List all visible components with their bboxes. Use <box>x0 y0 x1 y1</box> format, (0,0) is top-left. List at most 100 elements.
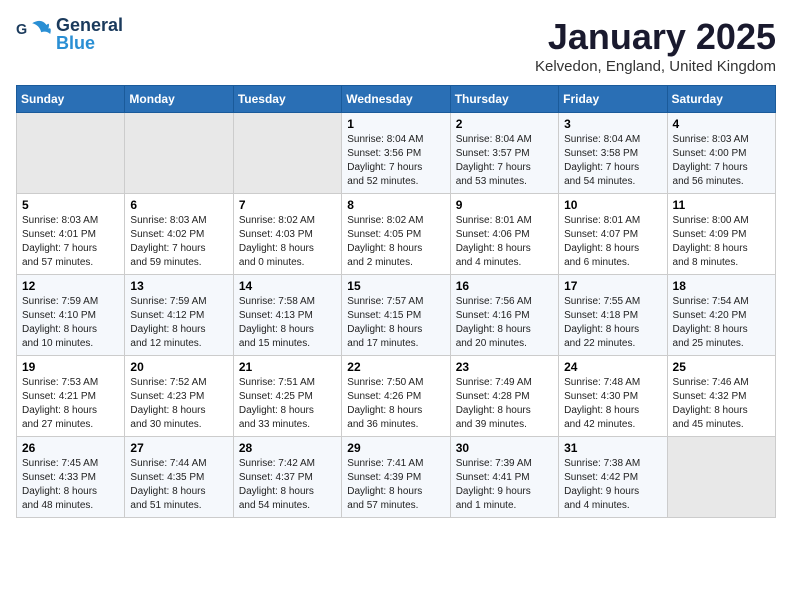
day-info: Sunrise: 7:58 AM Sunset: 4:13 PM Dayligh… <box>239 295 336 351</box>
day-info: Sunrise: 8:04 AM Sunset: 3:56 PM Dayligh… <box>347 133 444 189</box>
calendar-cell <box>233 113 341 194</box>
day-number: 27 <box>130 441 227 455</box>
location-title: Kelvedon, England, United Kingdom <box>535 58 776 75</box>
day-number: 14 <box>239 279 336 293</box>
month-title: January 2025 <box>535 16 776 58</box>
day-number: 2 <box>456 117 553 131</box>
day-info: Sunrise: 8:04 AM Sunset: 3:57 PM Dayligh… <box>456 133 553 189</box>
weekday-header-monday: Monday <box>125 86 233 113</box>
weekday-header-tuesday: Tuesday <box>233 86 341 113</box>
calendar-cell: 3 Sunrise: 8:04 AM Sunset: 3:58 PM Daylig… <box>559 113 667 194</box>
calendar-cell: 18 Sunrise: 7:54 AM Sunset: 4:20 PM Dayli… <box>667 275 775 356</box>
calendar-cell: 30Sunrise: 7:39 AM Sunset: 4:41 PM Dayli… <box>450 437 558 518</box>
weekday-header-friday: Friday <box>559 86 667 113</box>
day-number: 13 <box>130 279 227 293</box>
calendar-week-3: 12 Sunrise: 7:59 AM Sunset: 4:10 PM Dayli… <box>17 275 776 356</box>
day-info: Sunrise: 7:52 AM Sunset: 4:23 PM Dayligh… <box>130 376 227 432</box>
weekday-header-sunday: Sunday <box>17 86 125 113</box>
calendar-cell: 14 Sunrise: 7:58 AM Sunset: 4:13 PM Dayli… <box>233 275 341 356</box>
day-number: 5 <box>22 198 119 212</box>
weekday-header-wednesday: Wednesday <box>342 86 450 113</box>
day-info: Sunrise: 8:02 AM Sunset: 4:03 PM Dayligh… <box>239 214 336 270</box>
calendar-week-4: 19Sunrise: 7:53 AM Sunset: 4:21 PM Dayli… <box>17 356 776 437</box>
day-info: Sunrise: 8:04 AM Sunset: 3:58 PM Dayligh… <box>564 133 661 189</box>
calendar-cell: 27Sunrise: 7:44 AM Sunset: 4:35 PM Dayli… <box>125 437 233 518</box>
day-info: Sunrise: 7:55 AM Sunset: 4:18 PM Dayligh… <box>564 295 661 351</box>
day-number: 16 <box>456 279 553 293</box>
day-number: 30 <box>456 441 553 455</box>
calendar-cell: 9Sunrise: 8:01 AM Sunset: 4:06 PM Daylig… <box>450 194 558 275</box>
calendar-cell: 28 Sunrise: 7:42 AM Sunset: 4:37 PM Dayli… <box>233 437 341 518</box>
logo-text: General Blue <box>56 16 123 52</box>
calendar-cell: 6Sunrise: 8:03 AM Sunset: 4:02 PM Daylig… <box>125 194 233 275</box>
calendar-cell <box>667 437 775 518</box>
day-number: 12 <box>22 279 119 293</box>
day-info: Sunrise: 7:54 AM Sunset: 4:20 PM Dayligh… <box>673 295 770 351</box>
day-info: Sunrise: 7:59 AM Sunset: 4:10 PM Dayligh… <box>22 295 119 351</box>
day-number: 7 <box>239 198 336 212</box>
calendar-cell: 29 Sunrise: 7:41 AM Sunset: 4:39 PM Dayli… <box>342 437 450 518</box>
day-info: Sunrise: 7:48 AM Sunset: 4:30 PM Dayligh… <box>564 376 661 432</box>
calendar-cell: 22Sunrise: 7:50 AM Sunset: 4:26 PM Dayli… <box>342 356 450 437</box>
calendar-cell: 4Sunrise: 8:03 AM Sunset: 4:00 PM Daylig… <box>667 113 775 194</box>
calendar-cell: 11 Sunrise: 8:00 AM Sunset: 4:09 PM Dayli… <box>667 194 775 275</box>
day-number: 23 <box>456 360 553 374</box>
day-info: Sunrise: 8:01 AM Sunset: 4:06 PM Dayligh… <box>456 214 553 270</box>
day-number: 31 <box>564 441 661 455</box>
calendar-cell: 12 Sunrise: 7:59 AM Sunset: 4:10 PM Dayli… <box>17 275 125 356</box>
calendar-table: SundayMondayTuesdayWednesdayThursdayFrid… <box>16 85 776 518</box>
day-number: 26 <box>22 441 119 455</box>
day-number: 10 <box>564 198 661 212</box>
day-number: 21 <box>239 360 336 374</box>
calendar-cell: 15Sunrise: 7:57 AM Sunset: 4:15 PM Dayli… <box>342 275 450 356</box>
day-info: Sunrise: 7:57 AM Sunset: 4:15 PM Dayligh… <box>347 295 444 351</box>
calendar-cell: 17 Sunrise: 7:55 AM Sunset: 4:18 PM Dayli… <box>559 275 667 356</box>
weekday-header-thursday: Thursday <box>450 86 558 113</box>
day-number: 6 <box>130 198 227 212</box>
day-info: Sunrise: 7:46 AM Sunset: 4:32 PM Dayligh… <box>673 376 770 432</box>
day-number: 8 <box>347 198 444 212</box>
day-number: 19 <box>22 360 119 374</box>
day-info: Sunrise: 7:49 AM Sunset: 4:28 PM Dayligh… <box>456 376 553 432</box>
day-number: 17 <box>564 279 661 293</box>
calendar-cell: 8 Sunrise: 8:02 AM Sunset: 4:05 PM Daylig… <box>342 194 450 275</box>
day-number: 3 <box>564 117 661 131</box>
day-info: Sunrise: 7:42 AM Sunset: 4:37 PM Dayligh… <box>239 457 336 513</box>
day-number: 1 <box>347 117 444 131</box>
calendar-cell: 7 Sunrise: 8:02 AM Sunset: 4:03 PM Daylig… <box>233 194 341 275</box>
calendar-cell: 31Sunrise: 7:38 AM Sunset: 4:42 PM Dayli… <box>559 437 667 518</box>
calendar-week-1: 1 Sunrise: 8:04 AM Sunset: 3:56 PM Daylig… <box>17 113 776 194</box>
day-info: Sunrise: 8:03 AM Sunset: 4:00 PM Dayligh… <box>673 133 770 189</box>
logo-general: General <box>56 16 123 34</box>
day-info: Sunrise: 8:02 AM Sunset: 4:05 PM Dayligh… <box>347 214 444 270</box>
calendar-cell: 2 Sunrise: 8:04 AM Sunset: 3:57 PM Daylig… <box>450 113 558 194</box>
weekday-header-saturday: Saturday <box>667 86 775 113</box>
day-number: 22 <box>347 360 444 374</box>
calendar-week-5: 26 Sunrise: 7:45 AM Sunset: 4:33 PM Dayli… <box>17 437 776 518</box>
day-info: Sunrise: 7:41 AM Sunset: 4:39 PM Dayligh… <box>347 457 444 513</box>
weekday-header-row: SundayMondayTuesdayWednesdayThursdayFrid… <box>17 86 776 113</box>
day-number: 18 <box>673 279 770 293</box>
day-number: 11 <box>673 198 770 212</box>
calendar-cell: 10 Sunrise: 8:01 AM Sunset: 4:07 PM Dayli… <box>559 194 667 275</box>
logo-icon: G <box>16 16 52 52</box>
day-number: 20 <box>130 360 227 374</box>
calendar-cell <box>17 113 125 194</box>
calendar-cell: 23 Sunrise: 7:49 AM Sunset: 4:28 PM Dayli… <box>450 356 558 437</box>
svg-text:G: G <box>16 22 27 38</box>
day-info: Sunrise: 7:56 AM Sunset: 4:16 PM Dayligh… <box>456 295 553 351</box>
day-number: 24 <box>564 360 661 374</box>
logo: G General Blue <box>16 16 123 52</box>
calendar-cell <box>125 113 233 194</box>
day-info: Sunrise: 8:00 AM Sunset: 4:09 PM Dayligh… <box>673 214 770 270</box>
day-number: 29 <box>347 441 444 455</box>
title-block: January 2025 Kelvedon, England, United K… <box>535 16 776 75</box>
day-info: Sunrise: 7:59 AM Sunset: 4:12 PM Dayligh… <box>130 295 227 351</box>
day-number: 25 <box>673 360 770 374</box>
calendar-week-2: 5Sunrise: 8:03 AM Sunset: 4:01 PM Daylig… <box>17 194 776 275</box>
day-number: 28 <box>239 441 336 455</box>
calendar-cell: 21Sunrise: 7:51 AM Sunset: 4:25 PM Dayli… <box>233 356 341 437</box>
day-info: Sunrise: 8:01 AM Sunset: 4:07 PM Dayligh… <box>564 214 661 270</box>
day-info: Sunrise: 7:45 AM Sunset: 4:33 PM Dayligh… <box>22 457 119 513</box>
calendar-cell: 13 Sunrise: 7:59 AM Sunset: 4:12 PM Dayli… <box>125 275 233 356</box>
